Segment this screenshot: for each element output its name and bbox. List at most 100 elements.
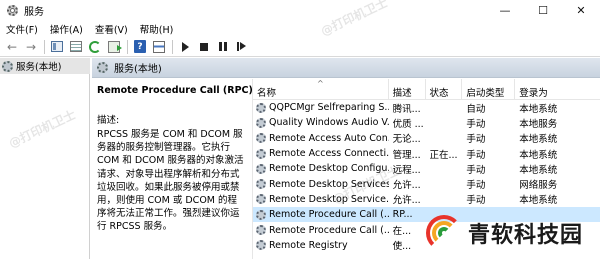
service-gear-icon <box>256 209 266 220</box>
service-name-cell: Remote Procedure Call (... <box>253 225 389 236</box>
refresh-button[interactable] <box>86 39 104 55</box>
service-name-cell: Remote Desktop Configu... <box>253 163 389 174</box>
service-logon-cell: 本地系统 <box>519 164 558 176</box>
service-startup-type-cell: 手动 <box>466 180 486 192</box>
restart-icon <box>237 42 247 51</box>
service-gear-icon <box>256 163 266 174</box>
forward-arrow-icon: → <box>25 39 37 54</box>
menu-action[interactable]: 操作(A) <box>44 22 89 36</box>
export-list-button[interactable] <box>105 39 123 55</box>
service-description-cell: 远程... <box>392 164 421 176</box>
service-logon-cell: 本地系统 <box>519 149 558 161</box>
properties-button[interactable] <box>150 39 168 55</box>
service-startup-type-cell: 手动 <box>466 149 486 161</box>
toolbar-separator <box>44 39 45 54</box>
site-logo: 青软科技园 <box>424 207 600 259</box>
service-startup-type-cell: 手动 <box>466 164 486 176</box>
services-app-icon <box>6 4 19 17</box>
service-name: Remote Procedure Call (... <box>269 224 389 236</box>
service-name-cell: Remote Registry <box>253 240 389 251</box>
sort-ascending-icon: ^ <box>317 79 324 88</box>
service-status-cell: 正在... <box>429 149 458 161</box>
forward-button[interactable]: → <box>22 39 40 55</box>
table-row[interactable]: Quality Windows Audio V... 优质 ... 手动 本地服务 <box>253 115 600 130</box>
tree-item-label: 服务(本地) <box>16 62 62 73</box>
service-name: QQPCMgr Selfreparing S... <box>269 102 389 114</box>
stop-service-button[interactable] <box>195 39 213 55</box>
service-logon-cell: 本地服务 <box>519 118 558 130</box>
table-row[interactable]: Remote Desktop Configu... 远程... 手动 本地系统 <box>253 161 600 176</box>
service-logon-cell: 本地系统 <box>519 103 558 115</box>
service-gear-icon <box>256 225 266 236</box>
service-name: Remote Desktop Service... <box>269 193 389 205</box>
service-name-cell: Remote Desktop Service... <box>253 194 389 205</box>
column-header-startup-type[interactable]: 启动类型 <box>462 79 516 99</box>
service-name: Remote Access Connecti... <box>269 148 389 160</box>
service-startup-type-cell: 自动 <box>466 103 486 115</box>
window-title: 服务 <box>24 6 44 18</box>
back-button[interactable]: ← <box>3 39 21 55</box>
table-row[interactable]: Remote Access Connecti... 管理... 正在... 手动 本地系… <box>253 146 600 161</box>
table-row[interactable]: Remote Access Auto Con... 无论... 手动 本地系统 <box>253 131 600 146</box>
service-gear-icon <box>256 102 266 113</box>
start-service-button[interactable] <box>176 39 194 55</box>
service-description-cell: 允许... <box>392 195 421 207</box>
service-gear-icon <box>256 240 266 251</box>
table-header: ^ 名称 描述 状态 启动类型 登录为 <box>253 79 600 100</box>
service-name: Remote Registry <box>269 239 348 251</box>
close-button[interactable]: ✕ <box>562 0 600 20</box>
service-name-cell: Remote Access Auto Con... <box>253 133 389 144</box>
tree-item-services-local[interactable]: 服务(本地) <box>0 58 90 74</box>
refresh-icon <box>89 40 101 53</box>
window-controls: — ☐ ✕ <box>486 0 600 20</box>
service-description-cell: 无论... <box>392 134 421 146</box>
gear-icon <box>97 62 108 73</box>
table-row[interactable]: Remote Desktop Service... 允许... 手动 本地系统 <box>253 192 600 207</box>
help-button[interactable]: ? <box>131 39 149 55</box>
column-header-log-on-as[interactable]: 登录为 <box>515 79 600 99</box>
maximize-button[interactable]: ☐ <box>524 0 562 20</box>
service-name: Remote Access Auto Con... <box>269 132 389 144</box>
export-icon <box>108 40 122 53</box>
service-description-cell: 允许... <box>392 180 421 192</box>
list-view-button[interactable] <box>67 39 85 55</box>
service-startup-type-cell: 手动 <box>466 195 486 207</box>
title-bar: 服务 — ☐ ✕ <box>0 0 600 20</box>
service-description-cell: RP... <box>392 209 413 221</box>
play-icon <box>181 41 189 52</box>
restart-service-button[interactable] <box>233 39 251 55</box>
show-hide-console-tree-button[interactable] <box>48 39 66 55</box>
stop-icon <box>200 42 208 51</box>
service-startup-type-cell: 手动 <box>466 134 486 146</box>
service-logon-cell: 本地系统 <box>519 195 558 207</box>
table-row[interactable]: Remote Desktop Services 允许... 手动 网络服务 <box>253 176 600 191</box>
menu-file[interactable]: 文件(F) <box>0 22 44 36</box>
column-header-status[interactable]: 状态 <box>426 79 463 99</box>
pane-title: 服务(本地) <box>114 64 162 75</box>
table-row[interactable]: QQPCMgr Selfreparing S... 腾讯... 自动 本地系统 <box>253 100 600 115</box>
minimize-button[interactable]: — <box>486 0 524 20</box>
menu-help[interactable]: 帮助(H) <box>134 22 180 36</box>
service-name-cell: QQPCMgr Selfreparing S... <box>253 102 389 113</box>
service-gear-icon <box>256 133 266 144</box>
menu-bar: 文件(F) 操作(A) 查看(V) 帮助(H) <box>0 20 600 37</box>
console-tree-icon <box>51 41 63 52</box>
properties-icon <box>153 40 165 53</box>
service-description-cell: 使... <box>392 241 412 253</box>
service-gear-icon <box>256 194 266 205</box>
column-header-description[interactable]: 描述 <box>389 79 426 99</box>
service-name: Quality Windows Audio V... <box>269 117 389 129</box>
selected-service-name: Remote Procedure Call (RPC) <box>97 85 253 96</box>
pause-service-button[interactable] <box>214 39 232 55</box>
extended-description-panel: Remote Procedure Call (RPC) 描述: RPCSS 服务… <box>92 79 253 259</box>
menu-view[interactable]: 查看(V) <box>89 22 134 36</box>
service-gear-icon <box>256 179 266 190</box>
help-icon: ? <box>134 40 146 53</box>
console-tree: 服务(本地) <box>0 58 90 259</box>
toolbar-separator <box>127 39 128 54</box>
toolbar: ← → ? <box>0 37 600 57</box>
pane-header: 服务(本地) <box>92 58 600 78</box>
logo-wave-icon <box>424 213 464 253</box>
service-description-cell: 在... <box>392 226 412 238</box>
service-name: Remote Procedure Call (... <box>269 209 389 221</box>
